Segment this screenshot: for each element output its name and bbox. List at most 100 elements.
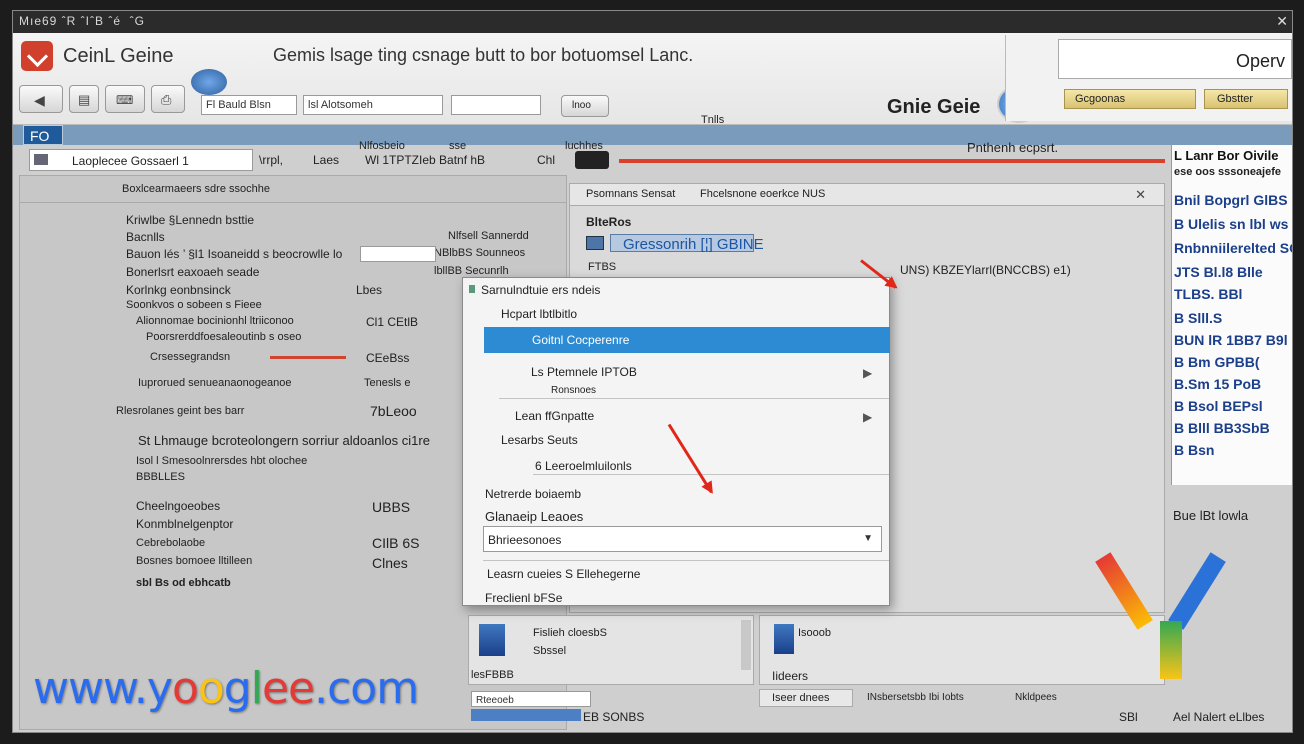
bottom-panel-right: Isooob Iideers [759, 615, 1165, 685]
logo-y-stem-icon [1160, 621, 1182, 679]
tab-2[interactable]: Fhcelsnone eoerkce NUS [700, 189, 825, 200]
open-button[interactable]: Operv [1058, 39, 1292, 79]
content-area: Nlfosbeio sse luchhes Pnthenh ecpsrt. La… [13, 141, 1292, 732]
tab-l3[interactable]: Laes [313, 154, 339, 166]
menu-item[interactable]: 6 Leeroelmluilonls [535, 460, 632, 472]
middle-heading: BlteRos [586, 215, 632, 229]
list-item: BBBLLES [136, 471, 185, 483]
right-list-panel: L Lanr Bor Oivile ese oos sssoneajefe Bn… [1171, 145, 1292, 485]
bottom-right-text: Ael Nalert eLlbes [1173, 710, 1265, 724]
right-item[interactable]: BUN lR 1BB7 B9l [1174, 333, 1288, 347]
menu-item-highlighted[interactable]: Goitnl Cocperenre [484, 327, 890, 353]
tab-left[interactable]: Laoplecee Gossaerl 1 [29, 149, 253, 171]
list-value: CEeBss [366, 351, 410, 365]
col-header-2: sse [449, 140, 467, 152]
close-icon[interactable]: ✕ [1276, 13, 1288, 30]
right-item[interactable]: B Bm GPBB( [1174, 355, 1260, 369]
right-item[interactable]: B Bsn [1174, 443, 1214, 457]
bottom-sub2: Sbssel [533, 645, 567, 657]
middle-tabs: Psomnans Sensat Fhcelsnone eoerkce NUS ✕ [570, 184, 1164, 206]
right-item[interactable]: B Bsol BEPsl [1174, 399, 1263, 413]
list-value: NBlbBS Sounneos [434, 247, 526, 259]
list-item: sbl Bs od ebhcatb [136, 577, 231, 589]
globe-icon[interactable] [191, 69, 227, 95]
toolbar-field-2[interactable]: lsl Alotsomeh [303, 95, 443, 115]
menu-item[interactable]: Ronsnoes [551, 386, 596, 396]
app-icon [479, 624, 505, 656]
section-tag[interactable]: FO [23, 125, 63, 145]
close-icon[interactable]: ✕ [1135, 187, 1146, 203]
progress-bar [270, 356, 346, 359]
back-button[interactable]: ◀ [19, 85, 63, 113]
menu-item[interactable]: Ls Ptemnele IPTOB [531, 366, 637, 378]
toolbar-small-button[interactable]: lnoo [561, 95, 609, 117]
menu-item[interactable]: Freclienl bFSe [485, 592, 562, 604]
tab-1[interactable]: Psomnans Sensat [586, 189, 675, 200]
middle-sub: FTBS [588, 261, 617, 273]
menu-divider [499, 398, 889, 399]
chevron-right-icon: ▶ [863, 410, 873, 424]
right-sub: ese oos sssoneajefe [1174, 166, 1282, 178]
menu-item[interactable]: Leasrn cueies S Ellehegerne [487, 568, 640, 580]
section-bar: FO [13, 125, 1292, 145]
tab-l5[interactable]: Chl [537, 154, 555, 166]
bottom-label: lesFBBB [471, 669, 514, 681]
tab-l4[interactable]: Wl 1TPTZIeb Batnf hB [365, 154, 485, 166]
list-value: UBBS [372, 499, 411, 515]
app-logo-icon [21, 41, 53, 71]
link-box[interactable]: Gressonrih [¦] GBINE [610, 234, 764, 252]
app-window: Mıe69 ˆR ˆIˆB ˆé ˆG ✕ CeinL Geine Gemis … [12, 10, 1293, 733]
bottom-field[interactable]: Rteeoeb [471, 691, 591, 707]
value-input[interactable] [360, 246, 436, 262]
field-a[interactable]: Gcgoonas [1064, 89, 1196, 109]
watermark-part: l [250, 663, 263, 714]
toolbar-field-3[interactable] [451, 95, 541, 115]
brand-name: Gnie Geie [887, 96, 981, 118]
file-icon [774, 624, 794, 654]
list-item: Kriwlbe §Lennedn bsttie [126, 213, 255, 227]
keyboard-button[interactable]: ⌨ [105, 85, 145, 113]
right-item[interactable]: B Ulelis sn lbl ws [1174, 217, 1288, 231]
camera-icon[interactable] [575, 151, 609, 169]
section-4-label: St Lhmauge bcroteolongern sorriur aldoan… [138, 433, 430, 448]
bottom-right-2: Isooob [798, 627, 832, 639]
list-item: Bauon lés ’ §l1 Isoaneidd s beocrowlle l… [126, 247, 343, 261]
chevron-right-icon: ▶ [863, 366, 873, 380]
list-item: Alionnomae bocinionhl ltriiconoo [136, 315, 294, 327]
menu-dropdown[interactable]: Bhrieesonoes ▼ [483, 526, 882, 552]
bottom-right: Iideers [772, 669, 809, 683]
right-header: L Lanr Bor Oivile [1174, 148, 1279, 163]
field-b[interactable]: Gbstter [1204, 89, 1288, 109]
watermark: www.yooglee.com [33, 663, 419, 714]
right-footer: Bue lBt lowla [1173, 508, 1249, 523]
right-item[interactable]: Rnbnniilerelted SOlN [1174, 241, 1292, 255]
col-header-1: Nlfosbeio [359, 140, 405, 152]
context-menu: Sarnulndtuie ers ndeis Hcpart lbtlbitlo … [462, 277, 890, 606]
right-item[interactable]: TLBS. BBl [1174, 287, 1242, 301]
right-item[interactable]: B.Sm 15 PoB [1174, 377, 1261, 391]
menu-item[interactable]: Lesarbs Seuts [501, 434, 578, 446]
subhead-right: Pnthenh ecpsrt. [967, 140, 1059, 155]
section-3-value: 7bLeoo [370, 403, 417, 419]
right-item[interactable]: B Blll BB3SbB [1174, 421, 1270, 435]
list-value: Cl1 CEtlB [366, 315, 419, 329]
chevron-down-icon: ▼ [863, 533, 873, 544]
watermark-part: o [171, 663, 199, 714]
scrollbar[interactable] [741, 620, 751, 670]
document-button[interactable]: ▤ [69, 85, 99, 113]
toolbar-field-1[interactable]: Fl Bauld Blsn [201, 95, 297, 115]
blue-tag [471, 709, 581, 721]
section-3-label: Rlesrolanes geint bes barr [116, 405, 245, 417]
right-item[interactable]: JTS Bl.l8 Blle [1174, 265, 1263, 279]
right-item[interactable]: Bnil Bopgrl GlBS [1174, 193, 1288, 207]
menu-item[interactable]: Glanaeip Leaoes [485, 510, 583, 523]
menu-item[interactable]: Lean ffGnpatte [515, 410, 594, 422]
side-text: UNS) KBZEYlarrl(BNCCBS) e1) [900, 263, 1071, 277]
print-button[interactable]: ⎙ [151, 85, 185, 113]
menu-item[interactable]: Netrerde boiaemb [485, 488, 581, 500]
list-value: Lbes [356, 283, 383, 297]
watermark-part: y [146, 663, 173, 714]
right-item[interactable]: B Slll.S [1174, 311, 1222, 325]
menu-item[interactable]: Hcpart lbtlbitlo [501, 308, 577, 320]
tab-l2[interactable]: \rrpl, [259, 154, 283, 166]
